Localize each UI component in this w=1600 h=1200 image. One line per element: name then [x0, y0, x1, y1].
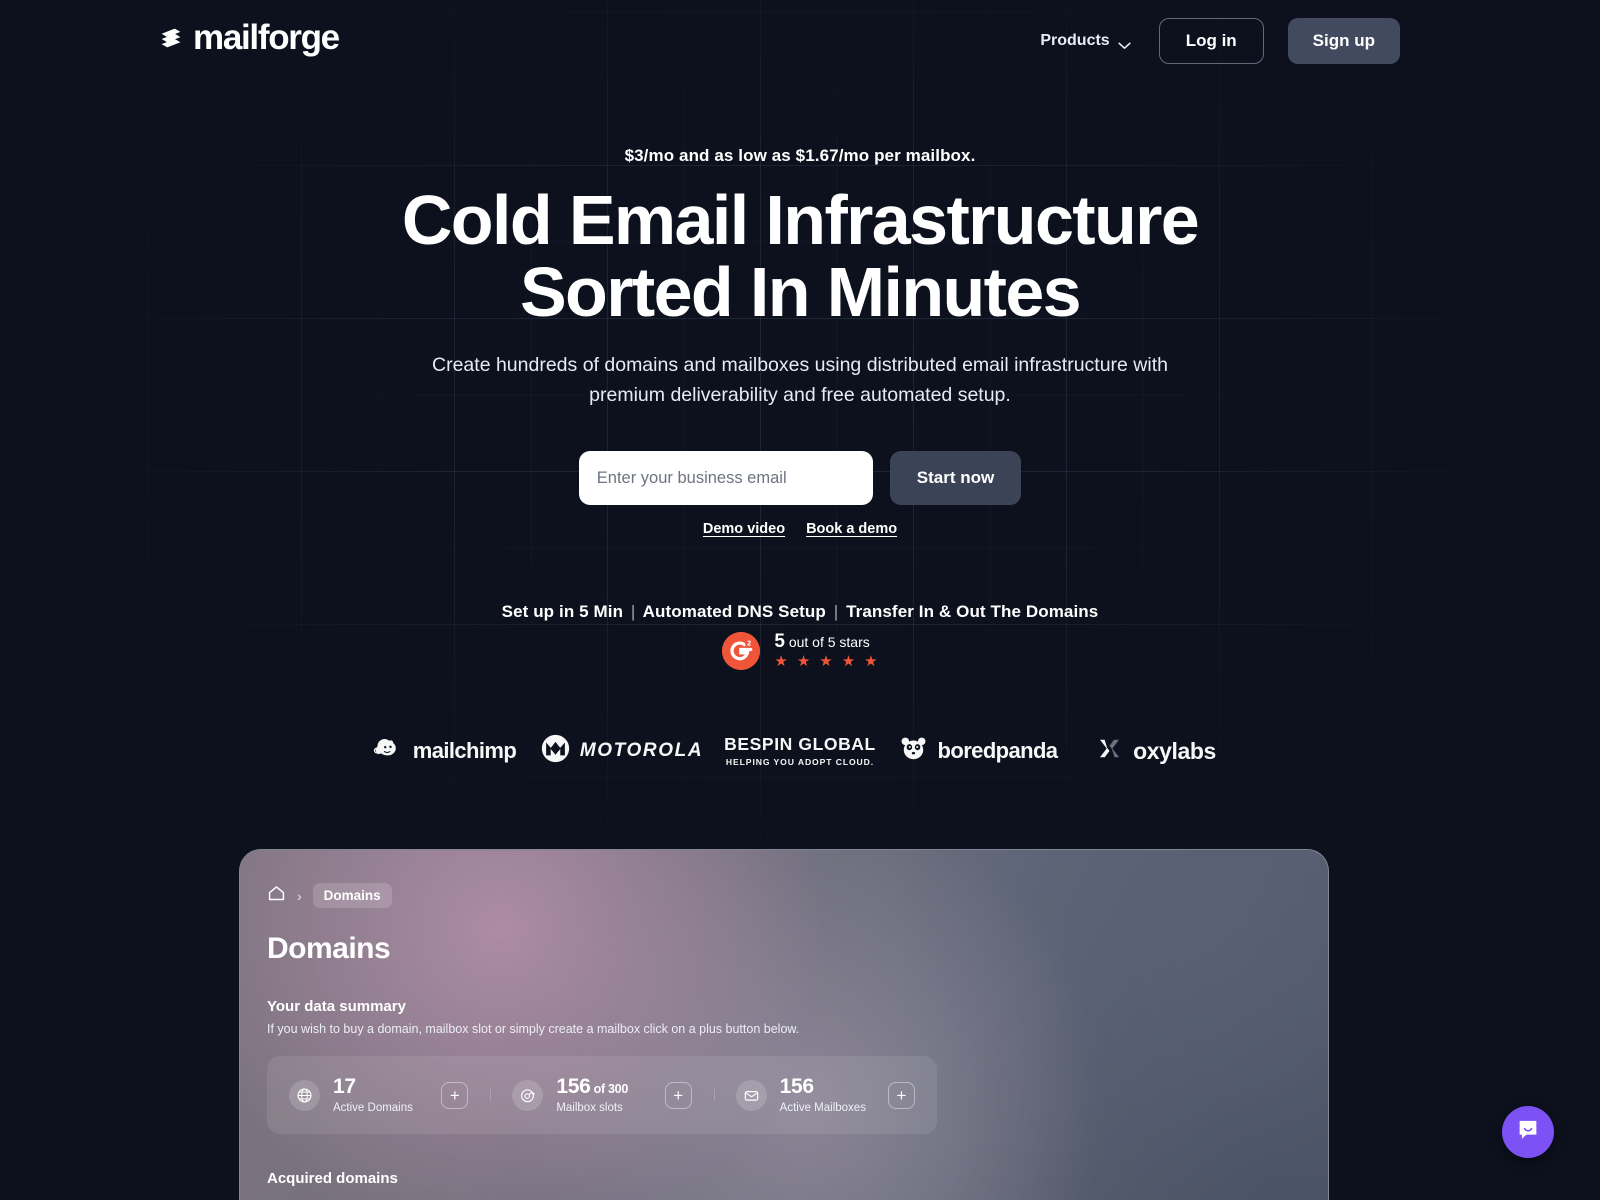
hero-headline-line2: Sorted In Minutes — [519, 253, 1082, 331]
chat-bubble-smile-icon — [1515, 1117, 1541, 1148]
chevron-down-icon — [1118, 37, 1131, 50]
chevron-right-icon: › — [297, 887, 302, 904]
rating-text: 5 out of 5 stars ★ ★ ★ ★ ★ — [774, 630, 878, 670]
globe-icon — [289, 1079, 320, 1111]
star-icon: ★ — [796, 652, 811, 670]
stat-value: 17 — [333, 1075, 356, 1098]
breadcrumb-current[interactable]: Domains — [312, 883, 392, 908]
rating-stars: ★ ★ ★ ★ ★ — [774, 652, 878, 670]
site-header: mailforge Products Log in Sign up — [0, 0, 1600, 78]
hero-subheadline: Create hundreds of domains and mailboxes… — [432, 354, 1168, 406]
at-sign-icon — [512, 1079, 544, 1111]
mailchimp-monkey-icon — [372, 733, 403, 769]
feature-1: Set up in 5 Min — [501, 602, 624, 621]
hero-feature-list: Set up in 5 Min | Automated DNS Setup | … — [0, 602, 1600, 622]
start-now-button[interactable]: Start now — [889, 451, 1022, 505]
brand-logo-oxylabs: oxylabs — [1067, 735, 1245, 767]
stat-label: Active Domains — [333, 1102, 413, 1114]
brand-name: oxylabs — [1133, 737, 1216, 764]
boredpanda-panda-icon — [899, 734, 928, 768]
envelope-icon — [735, 1079, 767, 1111]
login-button[interactable]: Log in — [1158, 18, 1264, 64]
home-icon[interactable] — [267, 884, 286, 908]
acquired-domains-title: Acquired domains — [267, 1170, 398, 1187]
feature-sep-2: | — [833, 602, 839, 621]
header-nav: Products Log in Sign up — [1026, 18, 1400, 64]
brand-name: mailchimp — [412, 738, 517, 763]
oxylabs-x-icon — [1096, 735, 1123, 767]
demo-video-link[interactable]: Demo video — [703, 521, 785, 537]
feature-2: Automated DNS Setup — [642, 602, 826, 621]
nav-products-label: Products — [1040, 32, 1110, 49]
logo-text: mailforge — [193, 18, 340, 57]
hero-secondary-links: Demo video Book a demo — [0, 521, 1600, 537]
g2-logo-icon: 2 — [722, 632, 761, 670]
chat-launcher-button[interactable] — [1502, 1106, 1554, 1158]
brand-logo-boredpanda: boredpanda — [889, 734, 1067, 768]
brand-logo-mailchimp: mailchimp — [355, 733, 533, 769]
brand-logo-bespin-global: BESPIN GLOBAL HELPING YOU ADOPT CLOUD. — [711, 735, 889, 767]
brand-name: boredpanda — [937, 738, 1059, 763]
star-icon: ★ — [841, 652, 856, 670]
nav-products-menu[interactable]: Products — [1026, 22, 1144, 60]
add-mailbox-button[interactable]: + — [887, 1081, 915, 1109]
stat-value: 156 — [779, 1075, 814, 1098]
email-input[interactable] — [578, 451, 873, 505]
dashboard-page-title: Domains — [267, 932, 391, 965]
g2-rating: 2 5 out of 5 stars ★ ★ ★ ★ ★ — [0, 632, 1600, 670]
breadcrumb: › Domains — [267, 883, 1301, 908]
data-summary-title: Your data summary — [267, 998, 406, 1015]
dashboard-content: › Domains Domains Your data summary If y… — [240, 850, 1328, 1200]
feature-3: Transfer In & Out The Domains — [846, 602, 1099, 621]
add-domain-button[interactable]: + — [441, 1081, 469, 1109]
stat-active-mailboxes: 156 Active Mailboxes + — [713, 1075, 937, 1114]
brand-logo-motorola: MOTOROLA — [533, 734, 711, 768]
hero-headline-line1: Cold Email Infrastructure — [401, 181, 1200, 259]
star-icon: ★ — [864, 652, 878, 670]
motorola-batwing-icon — [541, 734, 570, 768]
landing-page: mailforge Products Log in Sign up $3/mo … — [0, 0, 1600, 1200]
brand-tagline: HELPING YOU ADOPT CLOUD. — [725, 756, 875, 767]
book-demo-link[interactable]: Book a demo — [806, 521, 897, 537]
stat-suffix: of 300 — [590, 1082, 629, 1096]
customer-logo-strip: mailchimp MOTOROLA BESPIN GLOBAL HELPING… — [0, 733, 1600, 769]
stats-bar: 17 Active Domains + 156 of 300 Mailbox s… — [267, 1056, 937, 1134]
stat-mailbox-slots: 156 of 300 Mailbox slots + — [490, 1076, 713, 1114]
signup-button[interactable]: Sign up — [1287, 18, 1400, 64]
hero-headline: Cold Email Infrastructure Sorted In Minu… — [0, 184, 1600, 328]
logo[interactable]: mailforge — [156, 18, 340, 57]
signup-form: Start now — [0, 451, 1600, 505]
rating-score: 5 — [774, 630, 785, 652]
stat-label: Mailbox slots — [556, 1102, 623, 1114]
brand-name: MOTOROLA — [579, 740, 704, 761]
rating-suffix: out of 5 stars — [784, 633, 870, 650]
feature-sep-1: | — [630, 602, 636, 621]
svg-text:2: 2 — [748, 639, 752, 648]
rating-score-line: 5 out of 5 stars — [774, 630, 877, 652]
add-mailbox-slot-button[interactable]: + — [664, 1081, 692, 1109]
mailforge-s-mark-icon — [156, 23, 186, 53]
brand-name: BESPIN GLOBAL — [724, 733, 876, 754]
stat-active-domains: 17 Active Domains + — [267, 1076, 490, 1114]
stat-value: 156 — [556, 1075, 591, 1098]
star-icon: ★ — [774, 652, 788, 670]
stat-label: Active Mailboxes — [779, 1102, 866, 1114]
star-icon: ★ — [819, 652, 833, 670]
data-summary-description: If you wish to buy a domain, mailbox slo… — [267, 1022, 800, 1036]
hero-eyebrow: $3/mo and as low as $1.67/mo per mailbox… — [624, 146, 976, 165]
dashboard-preview: › Domains Domains Your data summary If y… — [239, 849, 1329, 1200]
